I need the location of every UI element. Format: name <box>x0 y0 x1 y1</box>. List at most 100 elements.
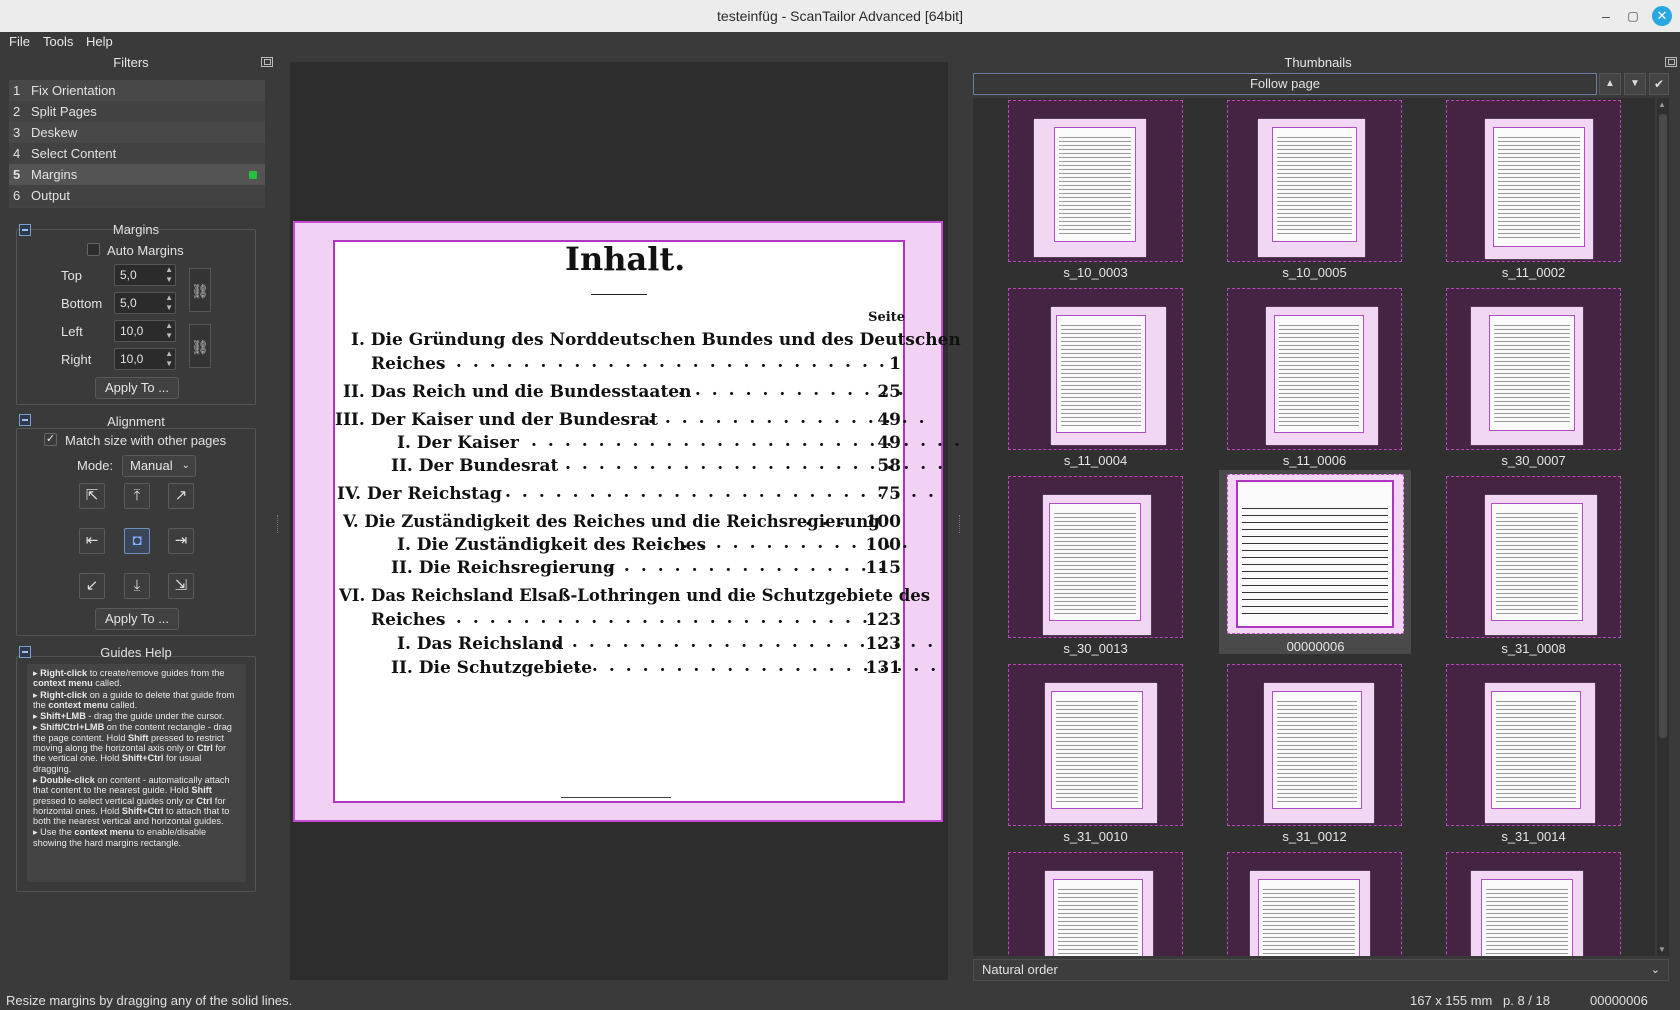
filter-item-margins[interactable]: 5 Margins <box>9 164 265 185</box>
thumbnail-item[interactable]: s_11_0004 <box>1008 288 1183 476</box>
match-size-checkbox[interactable]: ✓ <box>44 433 57 446</box>
top-label: Top <box>61 268 82 283</box>
filter-item-fix-orientation[interactable]: 1 Fix Orientation <box>9 80 265 101</box>
margins-apply-button[interactable]: Apply To ... <box>95 377 179 399</box>
thumbnail-item-current[interactable]: 00000006 <box>1219 470 1411 654</box>
left-spinbox[interactable]: 10,0 ▲ ▼ <box>114 320 176 342</box>
thumbnail-scrollbar[interactable]: ▲ ▼ <box>1657 98 1669 956</box>
thumbnail-item[interactable] <box>1008 852 1183 956</box>
spin-arrows-icon[interactable]: ▲ ▼ <box>165 293 173 313</box>
close-icon[interactable]: ✕ <box>1652 6 1672 26</box>
filter-item-output[interactable]: 6 Output <box>9 185 265 206</box>
thumbnail-item[interactable]: s_10_0005 <box>1227 100 1402 288</box>
page-number: 49 <box>877 410 901 430</box>
spin-arrows-icon[interactable]: ▲ ▼ <box>165 349 173 369</box>
menu-file[interactable]: File <box>9 34 30 49</box>
thumbnail-frame <box>1227 100 1402 262</box>
thumbnail-caption: s_30_0007 <box>1501 453 1566 468</box>
filter-label: Deskew <box>31 125 78 140</box>
chevron-down-icon: ⌄ <box>1650 964 1660 976</box>
spin-arrows-icon[interactable]: ▲ ▼ <box>165 265 173 285</box>
thumbnail-frame <box>1227 474 1404 634</box>
thumbnail-caption: s_10_0005 <box>1282 265 1347 280</box>
splitter-handle[interactable] <box>959 515 961 533</box>
thumbnail-frame <box>1227 664 1402 826</box>
toc-entry: I. Die Gründung des Norddeutschen Bundes… <box>351 330 961 350</box>
filter-item-split-pages[interactable]: 2 Split Pages <box>9 101 265 122</box>
order-select[interactable]: Natural order ⌄ <box>973 959 1669 981</box>
footer-rule <box>561 797 671 798</box>
dock-float-icon[interactable] <box>261 57 273 67</box>
maximize-icon[interactable]: ▢ <box>1623 6 1643 26</box>
thumbnail-item[interactable]: s_31_0010 <box>1008 664 1183 852</box>
page-number: 115 <box>865 558 902 578</box>
splitter-handle[interactable] <box>277 515 279 533</box>
auto-margins-checkbox[interactable] <box>87 243 100 256</box>
order-value: Natural order <box>982 962 1058 977</box>
bottom-spinbox[interactable]: 5,0 ▲ ▼ <box>114 292 176 314</box>
thumbnail-caption: s_31_0014 <box>1501 829 1566 844</box>
text-lines <box>1061 322 1141 426</box>
thumbnail-item[interactable]: s_30_0013 <box>1008 476 1183 664</box>
thumbnail-frame <box>1446 476 1621 638</box>
mode-select[interactable]: Manual ⌄ <box>122 455 196 477</box>
filter-item-deskew[interactable]: 3 Deskew <box>9 122 265 143</box>
checkmark-icon[interactable]: ✔ <box>1649 73 1669 95</box>
align-left-icon[interactable]: ⇤ <box>79 528 105 554</box>
scroll-down-icon[interactable]: ▼ <box>1658 945 1666 954</box>
leader-dots: ........................... <box>439 352 896 372</box>
spin-arrows-icon[interactable]: ▲ ▼ <box>165 321 173 341</box>
align-top-right-icon[interactable]: ↗ <box>168 483 194 509</box>
margins-title: Margins <box>112 222 160 237</box>
menu-help[interactable]: Help <box>86 34 113 49</box>
toc-entry: VI. Das Reichsland Elsaß-Lothringen und … <box>339 586 931 605</box>
align-bottom-icon[interactable]: ⤓ <box>124 573 150 599</box>
dock-float-icon[interactable] <box>1665 57 1677 67</box>
thumbnail-item[interactable]: s_31_0008 <box>1446 476 1621 664</box>
thumbnail-item[interactable]: s_10_0003 <box>1008 100 1183 288</box>
scroll-up-icon[interactable]: ▲ <box>1658 100 1666 109</box>
minimize-icon[interactable]: – <box>1596 6 1616 26</box>
bottom-label: Bottom <box>61 296 103 311</box>
status-bar: Resize margins by dragging any of the so… <box>0 991 1680 1010</box>
thumbnail-item[interactable]: s_31_0014 <box>1446 664 1621 852</box>
align-right-icon[interactable]: ⇥ <box>168 528 194 554</box>
alignment-apply-button[interactable]: Apply To ... <box>95 608 179 630</box>
align-bottom-right-icon[interactable]: ⇲ <box>168 573 194 599</box>
thumbnail-item[interactable]: s_11_0002 <box>1446 100 1621 288</box>
toc-entry: Reiches <box>371 354 446 374</box>
thumbnail-item[interactable]: s_30_0007 <box>1446 288 1621 476</box>
text-lines <box>1058 886 1138 956</box>
page-thumb <box>1266 307 1378 445</box>
thumbnail-item[interactable]: s_11_0006 <box>1227 288 1402 476</box>
page-thumb <box>1471 307 1583 445</box>
align-center-icon[interactable]: ◘ <box>124 528 150 554</box>
title-bar: testeinfüg - ScanTailor Advanced [64bit]… <box>0 0 1680 32</box>
align-top-left-icon[interactable]: ⇱ <box>79 483 105 509</box>
page-thumb <box>1043 495 1151 635</box>
follow-page-button[interactable]: Follow page <box>973 73 1597 95</box>
content-thumb <box>1056 315 1146 433</box>
mode-value: Manual <box>130 458 173 473</box>
prev-page-icon[interactable]: ▲ <box>1599 73 1621 95</box>
align-top-icon[interactable]: ⤒ <box>124 483 150 509</box>
page-number: 131 <box>865 658 902 678</box>
chevron-down-icon: ⌄ <box>181 460 190 471</box>
scrollbar-thumb[interactable] <box>1659 114 1667 738</box>
content-rectangle[interactable]: Inhalt. Seite I. Die Gründung des Nordde… <box>333 240 961 803</box>
toc-entry: I. Das Reichsland <box>397 634 564 654</box>
right-spinbox[interactable]: 10,0 ▲ ▼ <box>114 348 176 370</box>
link-top-bottom-icon[interactable]: ⛓ <box>189 268 211 312</box>
thumbnail-item[interactable] <box>1227 852 1402 956</box>
align-bottom-left-icon[interactable]: ↙ <box>79 573 105 599</box>
text-lines <box>1056 698 1138 802</box>
thumbnail-item[interactable] <box>1446 852 1621 956</box>
thumbnail-item[interactable]: s_31_0012 <box>1227 664 1402 852</box>
window-title: testeinfüg - ScanTailor Advanced [64bit] <box>717 8 963 24</box>
top-spinbox[interactable]: 5,0 ▲ ▼ <box>114 264 176 286</box>
filter-item-select-content[interactable]: 4 Select Content <box>9 143 265 164</box>
toc-entry: II. Die Schutzgebiete <box>391 658 593 678</box>
next-page-icon[interactable]: ▼ <box>1624 73 1646 95</box>
link-left-right-icon[interactable]: ⛓ <box>189 324 211 368</box>
menu-tools[interactable]: Tools <box>43 34 73 49</box>
